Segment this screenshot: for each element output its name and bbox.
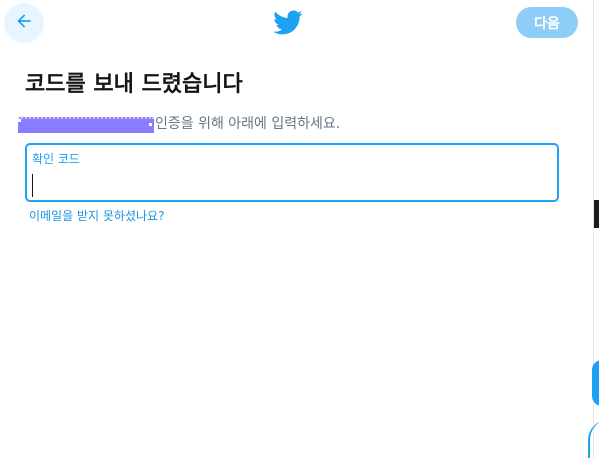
verification-code-label: 확인 코드 xyxy=(32,152,80,166)
verification-code-dialog: 다음 코드를 보내 드렸습니다 인증을 위해 아래에 입력하세요. 확인 코드 … xyxy=(0,0,599,458)
background-window-fragment xyxy=(594,200,599,228)
verification-code-field[interactable]: 확인 코드 xyxy=(25,143,559,202)
back-button[interactable] xyxy=(4,3,44,43)
description-text: 인증을 위해 아래에 입력하세요. xyxy=(155,116,341,132)
redaction-mark xyxy=(149,123,152,126)
redacted-email xyxy=(18,117,154,133)
next-button[interactable]: 다음 xyxy=(516,7,578,38)
redaction-mark xyxy=(18,119,21,122)
twitter-bird-icon xyxy=(272,9,303,36)
page-title: 코드를 보내 드렸습니다 xyxy=(25,72,243,97)
background-window-fragment xyxy=(592,360,599,406)
arrow-left-icon xyxy=(14,11,34,35)
text-caret xyxy=(32,174,33,197)
background-window-fragment xyxy=(588,420,599,458)
resend-email-link[interactable]: 이메일을 받지 못하셨나요? xyxy=(29,207,164,224)
